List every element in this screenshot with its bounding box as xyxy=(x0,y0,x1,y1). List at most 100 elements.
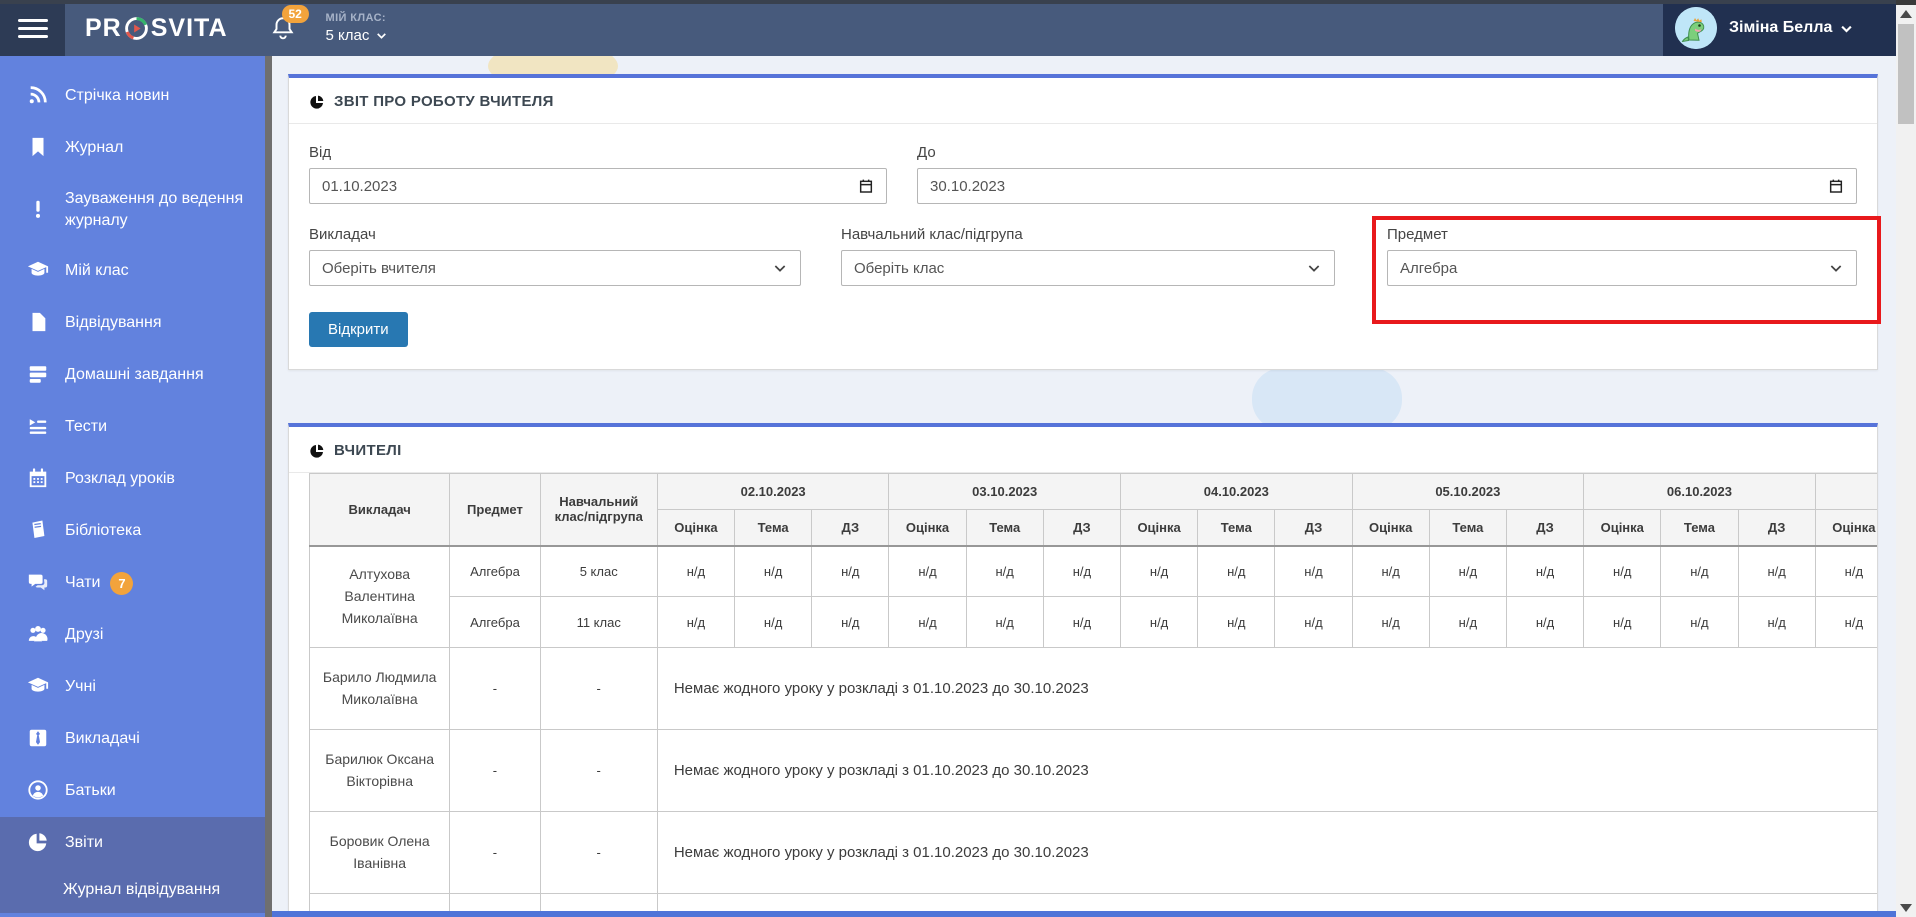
no-data-cell: н/д xyxy=(1197,545,1276,597)
date-group-header: 05.10.2023 xyxy=(1351,473,1585,510)
class-cell: - xyxy=(539,811,658,894)
menu-toggle-button[interactable] xyxy=(0,0,65,56)
report-form-panel: ЗВІТ ПРО РОБОТУ ВЧИТЕЛЯ Від 01.10.2023 Д… xyxy=(288,74,1881,370)
sidebar-item-my-class[interactable]: Мій клас xyxy=(0,245,265,297)
teacher-select[interactable]: Оберіть вчителя xyxy=(309,250,801,286)
from-date-label: Від xyxy=(309,144,332,161)
sub-column-header: ДЗ xyxy=(1042,509,1122,546)
class-label: Навчальний клас/підгрупа xyxy=(841,226,1023,243)
teacher-name-cell: Алтухова Валентина Миколаївна xyxy=(308,545,451,648)
no-data-cell: н/д xyxy=(656,596,736,648)
class-select[interactable]: Оберіть клас xyxy=(841,250,1335,286)
sidebar-item-label: Тести xyxy=(65,418,108,436)
sidebar-item-parents[interactable]: Батьки xyxy=(0,765,265,817)
no-data-cell: н/д xyxy=(1428,545,1507,597)
subject-cell: - xyxy=(449,647,541,730)
prosvita-logo[interactable]: PR SVITA xyxy=(85,0,228,56)
sidebar-item-library[interactable]: Бібліотека xyxy=(0,505,265,557)
page-scrollbar[interactable] xyxy=(1896,0,1916,917)
sub-column-header: ДЗ xyxy=(1737,509,1816,546)
sidebar-item-label: Викладачі xyxy=(65,730,140,748)
no-lessons-message-cell: Немає жодного уроку у розкладі з 01.10.2… xyxy=(656,647,1877,730)
no-data-cell: н/д xyxy=(1583,596,1662,648)
date-group-header: 02.10.2023 xyxy=(656,473,890,510)
date-group-header: 04.10.2023 xyxy=(1120,473,1353,510)
pie-chart-icon xyxy=(310,444,324,458)
chats-count-badge: 7 xyxy=(110,571,134,595)
date-group-header: 06.10.2023 xyxy=(1583,473,1816,510)
grad-cap-icon xyxy=(27,675,51,699)
sidebar-item-label: Відвідування xyxy=(65,314,162,332)
sidebar-item-homework[interactable]: Домашні завдання xyxy=(0,349,265,401)
stack-icon xyxy=(27,363,51,387)
sub-column-header: Тема xyxy=(1197,509,1276,546)
no-data-cell: н/д xyxy=(1814,596,1877,648)
subject-select[interactable]: Алгебра xyxy=(1387,250,1857,286)
sidebar-item-label: Бібліотека xyxy=(65,522,142,540)
sidebar-item-label: Чати xyxy=(65,574,101,592)
column-header: Викладач xyxy=(308,473,451,546)
sidebar-item-teachers[interactable]: Викладачі xyxy=(0,713,265,765)
teachers-table-wrap: Викладач Предмет Навчальний клас/підгрупа 0… xyxy=(289,473,1877,917)
to-date-input[interactable]: 30.10.2023 xyxy=(917,168,1857,204)
class-cell: - xyxy=(539,647,658,730)
chevron-down-icon xyxy=(1308,265,1320,272)
from-date-input[interactable]: 01.10.2023 xyxy=(309,168,887,204)
no-data-cell: н/д xyxy=(1119,545,1199,597)
user-menu[interactable]: Зіміна Белла xyxy=(1663,0,1896,56)
scroll-up-arrow[interactable] xyxy=(1900,10,1912,18)
no-data-cell: н/д xyxy=(811,596,890,648)
no-data-cell: н/д xyxy=(1583,545,1662,597)
sidebar-item-remarks[interactable]: Зауваження до ведення журналу xyxy=(0,174,265,245)
person-circle-icon xyxy=(27,779,51,803)
date-picker-icon[interactable] xyxy=(1828,178,1844,194)
sidebar-item-friends[interactable]: Друзі xyxy=(0,609,265,661)
no-data-cell: н/д xyxy=(1737,596,1816,648)
scrollbar-thumb[interactable] xyxy=(1898,24,1914,124)
no-data-cell: н/д xyxy=(1660,596,1739,648)
no-data-cell: н/д xyxy=(1505,596,1585,648)
sub-column-header: Оцінка xyxy=(656,509,736,546)
open-report-button[interactable]: Відкрити xyxy=(309,312,408,347)
sidebar-item-students[interactable]: Учні xyxy=(0,661,265,713)
sidebar-scrollbar[interactable] xyxy=(265,56,272,917)
scroll-down-arrow[interactable] xyxy=(1900,904,1912,912)
no-lessons-message-cell: Немає жодного уроку у розкладі з 01.10.2… xyxy=(656,729,1877,812)
sidebar-item-chats[interactable]: Чати 7 xyxy=(0,557,265,609)
no-data-cell: н/д xyxy=(888,596,967,648)
my-class-widget: МІЙ КЛАС: 5 клас xyxy=(326,12,389,44)
sidebar-item-reports[interactable]: Звіти xyxy=(0,817,265,869)
sidebar-item-journal[interactable]: Журнал xyxy=(0,122,265,174)
sidebar-item-schedule[interactable]: Розклад уроків xyxy=(0,453,265,505)
date-group-header: 03.10.2023 xyxy=(888,473,1121,510)
subject-cell: - xyxy=(449,811,541,894)
no-data-cell: н/д xyxy=(1119,596,1199,648)
date-picker-icon[interactable] xyxy=(858,178,874,194)
sidebar-item-label: Учні xyxy=(65,678,96,696)
sidebar-item-news[interactable]: Стрічка новин xyxy=(0,70,265,122)
sidebar-item-label: Розклад уроків xyxy=(65,470,175,488)
no-data-cell: н/д xyxy=(656,545,736,597)
chevron-down-icon xyxy=(377,33,387,39)
notification-count-badge: 52 xyxy=(281,5,309,23)
sidebar-item-attendance[interactable]: Відвідування xyxy=(0,297,265,349)
teacher-data-row: Алгебра 11 клас н/д н/д н/д н/д н/д н/д н/д н/д н/… xyxy=(310,596,1877,648)
no-data-cell: н/д xyxy=(888,545,967,597)
list-icon xyxy=(27,415,51,439)
sidebar-item-label: Домашні завдання xyxy=(65,366,204,384)
teacher-name-cell: Барилюк Оксана Вікторівна xyxy=(308,729,451,812)
notifications-button[interactable]: 52 xyxy=(270,5,309,41)
no-data-cell: н/д xyxy=(1197,596,1276,648)
avatar xyxy=(1675,7,1717,49)
teacher-label: Викладач xyxy=(309,226,376,243)
sidebar-subitem-attendance-journal[interactable]: Журнал відвідування xyxy=(0,869,265,913)
sidebar-item-tests[interactable]: Тести xyxy=(0,401,265,453)
pie-icon xyxy=(27,831,51,855)
sidebar-item-label: Журнал xyxy=(65,139,124,157)
sub-column-header: Тема xyxy=(1660,509,1739,546)
my-class-dropdown[interactable]: 5 клас xyxy=(326,27,389,44)
chevron-down-icon xyxy=(1841,25,1853,33)
sidebar-item-label: Зауваження до ведення журналу xyxy=(65,190,244,229)
rss-icon xyxy=(27,84,51,108)
exclamation-icon xyxy=(27,198,51,222)
